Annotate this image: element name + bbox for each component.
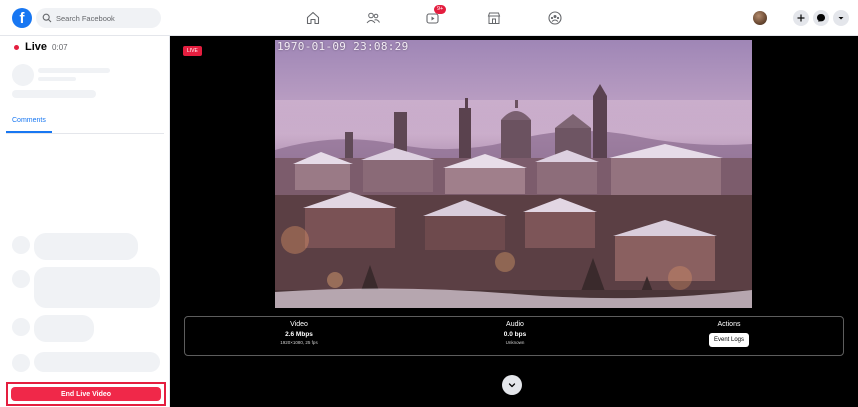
audio-stat-title: Audio (506, 321, 524, 328)
facebook-logo-icon[interactable]: f (12, 8, 32, 28)
home-icon[interactable] (305, 10, 321, 26)
video-stat-title: Video (290, 321, 308, 328)
live-video-preview: 1970-01-09 23:08:29 (275, 40, 752, 308)
text-placeholder (12, 90, 96, 98)
marketplace-icon[interactable] (486, 10, 502, 26)
profile-avatar[interactable] (753, 11, 767, 25)
city-scene-image (275, 40, 752, 308)
comment-placeholder (34, 352, 160, 372)
text-placeholder (38, 77, 76, 81)
messenger-button[interactable] (813, 10, 829, 26)
live-badge: LIVE (183, 46, 202, 56)
avatar-placeholder (12, 236, 30, 254)
actions-stat: Actions Event Logs (685, 321, 773, 347)
chevron-down-icon (508, 383, 516, 388)
audio-stat: Audio 0.0 bps Unknown (471, 321, 559, 345)
avatar-placeholder (12, 318, 30, 336)
groups-icon[interactable] (547, 10, 563, 26)
video-bitrate: 2.6 Mbps (285, 331, 313, 338)
account-menu-button[interactable] (833, 10, 849, 26)
expand-panel-button[interactable] (502, 375, 522, 395)
live-sidebar: Live 0:07 Comments End Live Video (0, 36, 170, 407)
video-timestamp: 1970-01-09 23:08:29 (277, 40, 409, 53)
stream-health-panel: Video 2.6 Mbps 1920×1080, 25 fps Audio 0… (184, 316, 844, 356)
watch-icon[interactable]: 9+ (425, 5, 447, 26)
live-duration: 0:07 (52, 42, 68, 52)
comment-placeholder (34, 267, 160, 308)
divider (6, 133, 164, 134)
search-box[interactable] (36, 8, 161, 28)
avatar-placeholder (12, 64, 34, 86)
notification-badge: 9+ (434, 5, 447, 14)
avatar-placeholder (12, 354, 30, 372)
event-logs-button[interactable]: Event Logs (708, 333, 750, 347)
text-placeholder (38, 68, 110, 73)
tab-comments[interactable]: Comments (12, 117, 46, 124)
plus-icon (797, 14, 805, 22)
chevron-down-icon (838, 17, 844, 20)
top-navigation-bar: f 9+ (0, 0, 858, 36)
messenger-icon (817, 14, 825, 22)
video-resolution: 1920×1080, 25 fps (280, 340, 318, 345)
friends-icon[interactable] (365, 10, 381, 26)
comment-placeholder (34, 315, 94, 342)
live-status: Live 0:07 (14, 41, 68, 53)
search-input[interactable] (56, 13, 156, 23)
video-stat: Video 2.6 Mbps 1920×1080, 25 fps (255, 321, 343, 345)
avatar-placeholder (12, 270, 30, 288)
end-live-video-button[interactable]: End Live Video (11, 387, 161, 401)
comment-placeholder (34, 233, 138, 260)
end-live-video-highlight: End Live Video (6, 382, 166, 406)
create-button[interactable] (793, 10, 809, 26)
audio-bitrate: 0.0 bps (503, 331, 527, 338)
live-dot-icon (14, 44, 19, 50)
actions-title: Actions (717, 321, 741, 328)
audio-codec: Unknown (505, 340, 525, 345)
live-label: Live (25, 41, 48, 53)
search-icon (42, 13, 52, 23)
